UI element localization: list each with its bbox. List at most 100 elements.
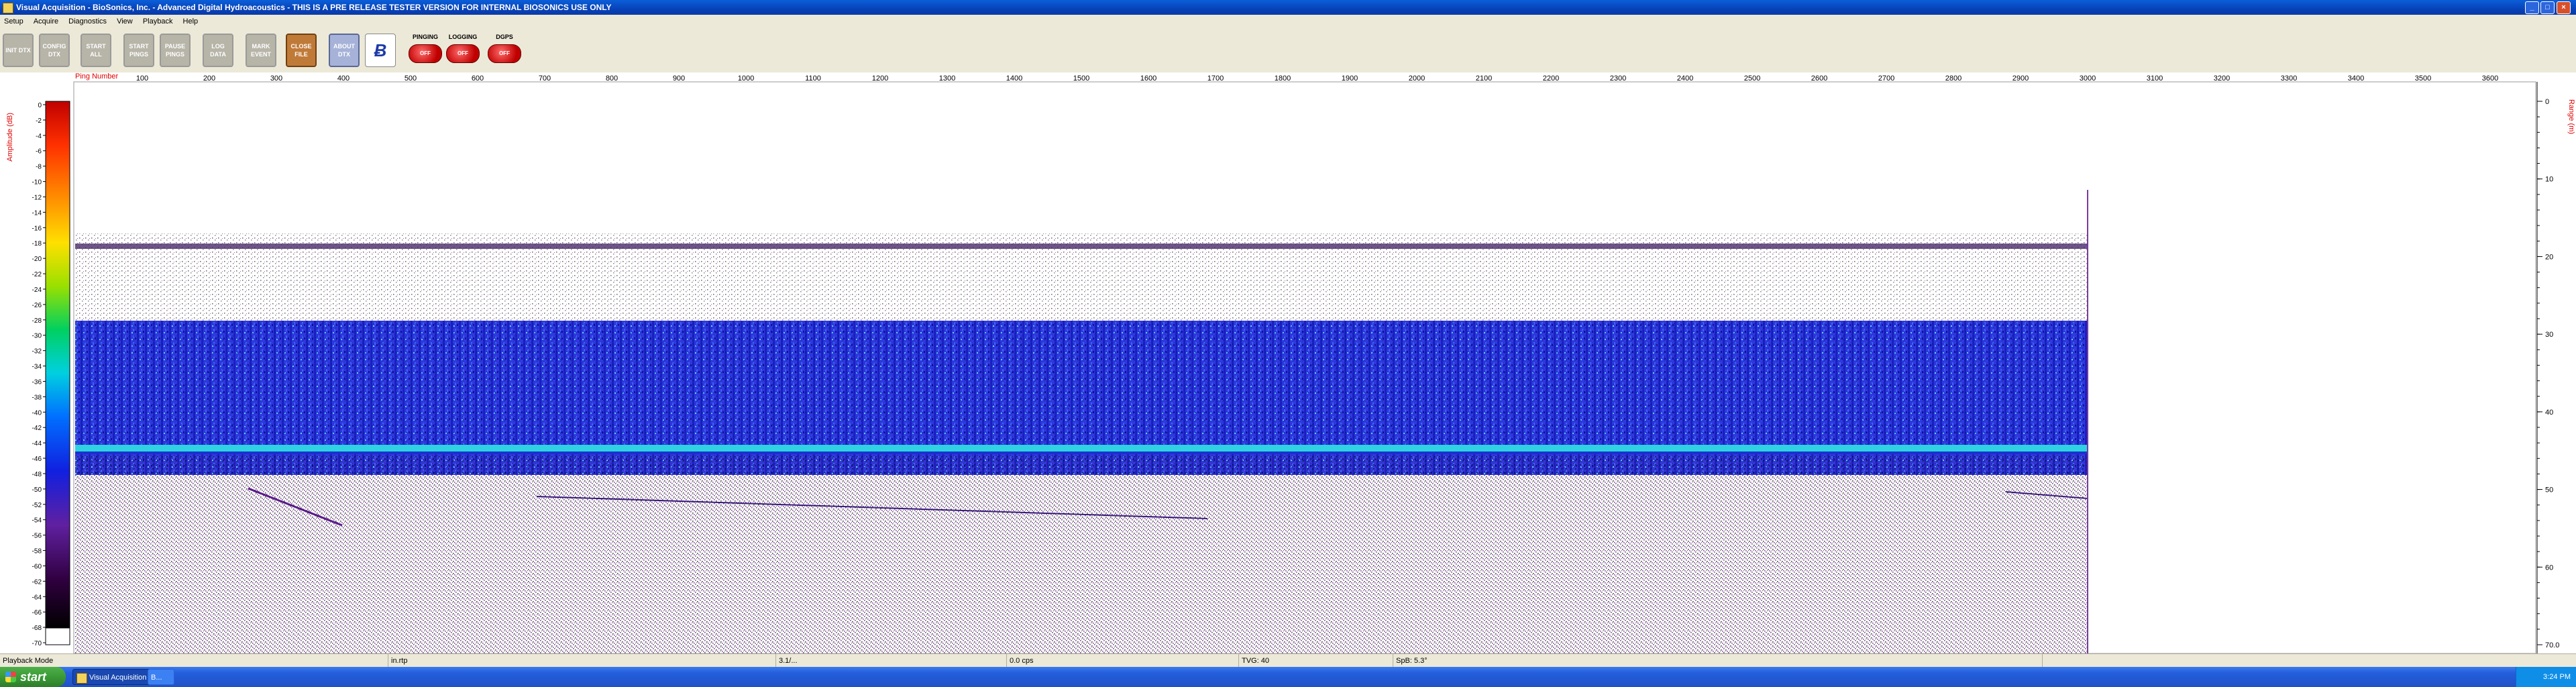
color-scale-tick-label: -54 [32,517,42,525]
x-tick-label: 3500 [2415,74,2431,83]
menu-diagnostics[interactable]: Diagnostics [64,15,111,28]
menu-acquire[interactable]: Acquire [30,15,62,28]
echogram-panel[interactable]: Amplitude (dB) 0 -2 -4 -6 -8 -10 -12 -14 -16 -18 -… [0,72,2576,653]
dgps-indicator: DGPS OFF [486,34,523,68]
color-scale-tick-label: -46 [32,456,42,463]
color-scale-tick-label: -22 [32,271,42,278]
color-scale-tick-label: -52 [32,502,42,509]
x-tick-label: 1000 [738,74,754,83]
clock[interactable]: 3:24 PM [2543,673,2571,681]
start-label: start [20,670,47,684]
color-scale-tick-label: -68 [32,625,42,632]
x-tick-label: 900 [673,74,685,83]
close-window-button[interactable]: × [2557,1,2571,14]
range-axis-ticks: 0 10 20 30 40 50 60 70.0 [2537,98,2559,649]
x-tick-label: 3300 [2281,74,2297,83]
color-scale-tick-label: -42 [32,425,42,432]
menu-help[interactable]: Help [179,15,203,28]
color-scale-tick-label: -10 [32,179,42,187]
color-scale-tick-label: -58 [32,548,42,556]
pinging-lamp: OFF [409,44,442,63]
menu-setup[interactable]: Setup [0,15,28,28]
status-spare [2042,654,2575,668]
color-scale-tick-label: -70 [32,640,42,647]
color-scale-tick-label: -24 [32,286,42,294]
status-tvg: TVG: 40 [1238,654,1269,668]
start-all-button[interactable]: START ALL [80,34,111,67]
range-tick-label: 0 [2545,98,2549,106]
x-tick-label: 700 [539,74,551,83]
color-scale-tick-label: -16 [32,225,42,232]
maximize-button[interactable]: □ [2540,1,2555,14]
x-tick-label: 2300 [1610,74,1626,83]
color-scale-tick-label: -62 [32,578,42,586]
color-scale-tick-label: -20 [32,256,42,263]
dgps-lamp: OFF [488,44,521,63]
color-scale-tick-label: -2 [36,117,42,125]
color-scale-tick-label: 0 [38,102,42,109]
init-dtx-button[interactable]: INIT DTX [3,34,34,67]
start-button[interactable]: start [0,667,66,687]
color-scale-tick-label: -44 [32,440,42,447]
x-tick-label: 100 [136,74,148,83]
mark-event-button[interactable]: MARK EVENT [246,34,276,67]
about-dtx-button[interactable]: ABOUT DTX [329,34,360,67]
menu-playback[interactable]: Playback [139,15,177,28]
title-bar[interactable]: Visual Acquisition - BioSonics, Inc. - A… [0,0,2576,15]
x-tick-label: 2700 [1878,74,1894,83]
x-tick-label: 1400 [1006,74,1022,83]
range-tick-label: 30 [2545,331,2553,339]
x-tick-label: 3200 [2214,74,2230,83]
minimize-button[interactable]: _ [2525,1,2539,14]
status-bar: Playback Mode in.rtp 3.1/... 0.0 cps TVG… [0,653,2576,668]
x-tick-label: 1800 [1275,74,1291,83]
echogram-svg[interactable]: Amplitude (dB) 0 -2 -4 -6 -8 -10 -12 -14 -16 -18 -… [0,72,2576,653]
log-data-button[interactable]: LOG DATA [203,34,233,67]
range-tick-label: 70.0 [2545,641,2559,649]
x-tick-label: 600 [472,74,484,83]
x-tick-label: 1700 [1208,74,1224,83]
window-title: Visual Acquisition - BioSonics, Inc. - A… [16,3,612,12]
color-scale-tick-label: -60 [32,563,42,570]
status-rate: 0.0 cps [1006,654,1033,668]
status-file: in.rtp [388,654,407,668]
x-tick-label: 1900 [1342,74,1358,83]
color-scale-tick-label: -18 [32,240,42,248]
x-tick-label: 400 [337,74,350,83]
app-icon [76,673,87,684]
color-scale-bar [45,101,70,645]
range-tick-label: 60 [2545,564,2553,572]
color-scale-tick-label: -66 [32,609,42,617]
biosonics-logo-icon: Ƀ [365,34,396,67]
x-tick-label: 300 [270,74,282,83]
range-axis-title: Range (m) [2567,99,2575,134]
close-file-button[interactable]: CLOSE FILE [286,34,317,67]
x-tick-label: 1300 [939,74,955,83]
system-tray: 3:24 PM [2516,667,2576,687]
x-tick-label: 500 [405,74,417,83]
color-scale-tick-label: -64 [32,594,42,601]
x-tick-label: 3400 [2348,74,2364,83]
x-tick-label: 1500 [1073,74,1089,83]
color-scale-tick-label: -36 [32,378,42,386]
x-tick-label: 2800 [1945,74,1962,83]
x-tick-label: 2900 [2012,74,2029,83]
x-tick-label: 3000 [2080,74,2096,83]
config-dtx-button[interactable]: CONFIG DTX [39,34,70,67]
color-scale-tick-label: -12 [32,194,42,201]
pause-pings-button[interactable]: PAUSE PINGS [160,34,191,67]
logging-indicator: LOGGING OFF [444,34,482,68]
x-tick-label: 2200 [1543,74,1559,83]
x-tick-label: 1100 [805,74,821,83]
x-axis-title: Ping Number [75,72,119,81]
taskbar-item-other[interactable]: B... [148,669,174,685]
color-scale-tick-label: -50 [32,486,42,494]
x-tick-label: 200 [203,74,215,83]
app-icon [3,3,13,13]
start-pings-button[interactable]: START PINGS [123,34,154,67]
color-scale-tick-label: -48 [32,471,42,478]
color-scale-tick-label: -28 [32,317,42,325]
menu-view[interactable]: View [113,15,137,28]
range-tick-label: 20 [2545,253,2553,261]
color-scale-tick-label: -40 [32,409,42,417]
